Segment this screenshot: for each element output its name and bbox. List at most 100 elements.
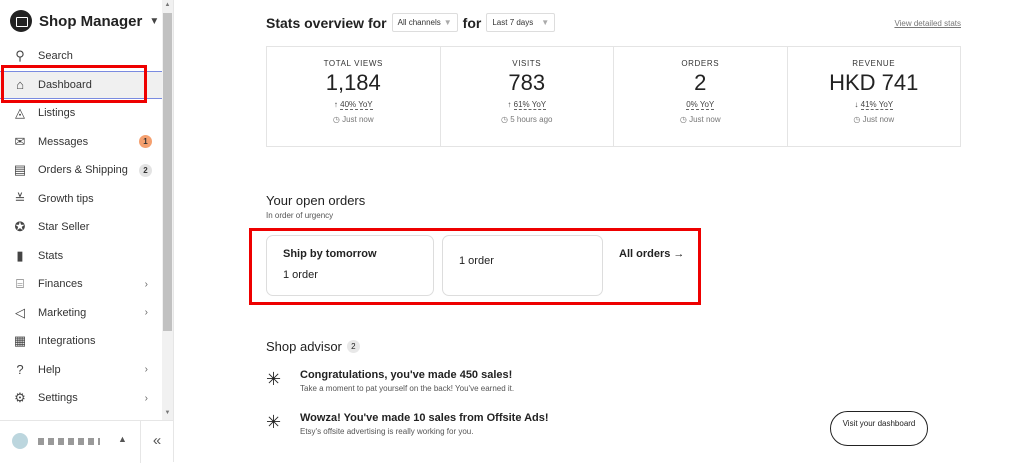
count-badge: 1 (139, 135, 152, 149)
yoy-value[interactable]: 40% YoY (340, 100, 373, 110)
scroll-up-icon[interactable]: ▲ (162, 2, 173, 8)
stat-value: 2 (694, 70, 707, 95)
advisor-count-badge: 2 (346, 340, 360, 353)
stat-visits[interactable]: VISITS 783 ↑ 61% YoY ◷ 5 hours ago (441, 47, 614, 146)
sidebar-item-help[interactable]: ? Help › (0, 356, 162, 385)
yoy-value[interactable]: 41% YoY (860, 100, 894, 110)
grid-icon: ▦ (13, 333, 27, 349)
trend-arrow-icon: ↓ (854, 100, 859, 109)
clock-icon: ◷ (332, 115, 340, 124)
advisor-item-title: Wowza! You've made 10 sales from Offsite… (300, 412, 549, 424)
yoy-value[interactable]: 0% YoY (686, 100, 715, 110)
stat-time: ◷ Just now (267, 115, 440, 124)
sidebar-item-stats[interactable]: ▮ Stats (0, 242, 162, 271)
avatar[interactable] (12, 433, 28, 449)
caret-up-icon[interactable]: ▲ (118, 434, 127, 444)
collapse-sidebar-button[interactable]: « (140, 421, 173, 463)
card-count: 1 order (283, 269, 318, 281)
envelope-icon: ✉ (14, 133, 26, 149)
scrollbar-thumb[interactable] (163, 13, 172, 331)
sidebar-item-orders-shipping[interactable]: ▤ Orders & Shipping 2 (0, 156, 162, 185)
chevron-right-icon: › (144, 307, 148, 319)
stat-revenue[interactable]: REVENUE HKD 741 ↓ 41% YoY ◷ Just now (788, 47, 961, 146)
stat-value: HKD 741 (829, 70, 919, 95)
range-select[interactable]: Last 7 days ▼ (486, 13, 556, 32)
sparkle-icon: ✳ (266, 412, 282, 432)
search-icon: ⚲ (15, 48, 25, 64)
stat-yoy: ↑ 40% YoY (267, 100, 440, 110)
sidebar-item-dashboard[interactable]: ⌂ Dashboard (0, 70, 162, 99)
star-badge-icon: ✪ (14, 219, 26, 235)
clock-icon: ◷ (853, 115, 861, 124)
chevron-down-icon: ▼ (443, 18, 452, 27)
sidebar-item-label: Listings (38, 107, 76, 120)
growth-icon: ≚ (14, 190, 26, 206)
clipboard-icon: ▤ (13, 162, 27, 178)
trend-arrow-icon: ↑ (333, 100, 338, 109)
shop-logo-icon (10, 10, 32, 32)
advisor-item-title: Congratulations, you've made 450 sales! (300, 369, 513, 381)
sidebar-item-label: Finances (38, 278, 83, 291)
updated-time: Just now (862, 115, 895, 124)
advisor-item-desc: Etsy's offsite advertising is really wor… (300, 427, 474, 436)
stat-yoy: ↓ 41% YoY (788, 100, 961, 110)
visit-dashboard-button[interactable]: Visit your dashboard (830, 411, 928, 446)
sidebar-item-growth-tips[interactable]: ≚ Growth tips (0, 185, 162, 214)
updated-time: 5 hours ago (510, 115, 553, 124)
sidebar-item-listings[interactable]: ◬ Listings (0, 99, 162, 128)
for-label: for (462, 14, 482, 31)
stats-cards: TOTAL VIEWS 1,184 ↑ 40% YoY ◷ Just now VI… (266, 46, 961, 147)
sidebar-item-label: Messages (38, 135, 89, 148)
chevron-right-icon: › (144, 278, 148, 290)
shop-advisor-header: Shop advisor 2 (266, 339, 360, 354)
ship-by-tomorrow-card[interactable]: Ship by tomorrow 1 order (266, 235, 434, 296)
sidebar-item-search[interactable]: ⚲ Search (0, 42, 162, 71)
all-orders-link[interactable]: All orders → (619, 248, 684, 260)
bar-chart-icon: ▮ (16, 247, 24, 263)
channel-select[interactable]: All channels ▼ (391, 13, 458, 32)
shop-advisor-title: Shop advisor (266, 339, 342, 354)
open-orders-title: Your open orders (266, 193, 366, 208)
sidebar-item-settings[interactable]: ⚙ Settings › (0, 384, 162, 413)
bank-icon: ⌸ (16, 276, 24, 292)
stat-label: ORDERS (681, 59, 720, 68)
help-icon: ? (16, 362, 24, 378)
shop-manager-menu[interactable]: Shop Manager ▼ (10, 10, 159, 32)
updated-time: Just now (342, 115, 374, 124)
megaphone-icon: ◁ (15, 304, 25, 320)
stat-time: ◷ 5 hours ago (441, 115, 614, 124)
sidebar-item-label: Growth tips (38, 192, 94, 205)
sidebar-item-marketing[interactable]: ◁ Marketing › (0, 299, 162, 328)
sidebar-scrollbar[interactable]: ▲ ▼ (162, 0, 173, 420)
advisor-item-desc: Take a moment to pat yourself on the bac… (300, 384, 515, 393)
account-name-redacted (38, 438, 100, 445)
shapes-icon: ◬ (15, 105, 25, 121)
view-detailed-stats-link[interactable]: View detailed stats (894, 19, 961, 28)
scroll-down-icon[interactable]: ▼ (162, 410, 173, 416)
stat-total-views[interactable]: TOTAL VIEWS 1,184 ↑ 40% YoY ◷ Just now (267, 47, 441, 146)
updated-time: Just now (689, 115, 721, 124)
sidebar-item-star-seller[interactable]: ✪ Star Seller (0, 213, 162, 242)
sidebar-item-integrations[interactable]: ▦ Integrations (0, 327, 162, 356)
stat-yoy: ↑ 61% YoY (441, 100, 614, 110)
caret-down-icon: ▼ (149, 15, 160, 27)
sidebar-item-label: Orders & Shipping (38, 164, 128, 177)
stat-time: ◷ Just now (614, 115, 787, 124)
sidebar-nav: ⚲ Search ⌂ Dashboard ◬ Listings ✉ Messages 1 ▤ Ord… (0, 42, 162, 413)
yoy-value[interactable]: 61% YoY (513, 100, 547, 110)
stat-label: VISITS (512, 59, 542, 68)
home-icon: ⌂ (16, 77, 24, 93)
stat-orders[interactable]: ORDERS 2 0% YoY ◷ Just now (614, 47, 788, 146)
order-card[interactable]: 1 order (442, 235, 603, 296)
range-value: Last 7 days (492, 18, 534, 27)
sidebar-title: Shop Manager (39, 12, 143, 30)
count-badge: 2 (139, 163, 152, 177)
stat-label: TOTAL VIEWS (323, 59, 383, 68)
account-bar: ▲ « (0, 420, 173, 463)
sidebar-item-messages[interactable]: ✉ Messages 1 (0, 128, 162, 157)
sidebar-item-label: Dashboard (38, 78, 92, 91)
sidebar: Shop Manager ▼ ⚲ Search ⌂ Dashboard ◬ Listing… (0, 0, 162, 420)
sidebar-item-finances[interactable]: ⌸ Finances › (0, 270, 162, 299)
advisor-item: ✳ Congratulations, you've made 450 sales… (266, 369, 514, 393)
sidebar-item-label: Search (38, 50, 73, 63)
